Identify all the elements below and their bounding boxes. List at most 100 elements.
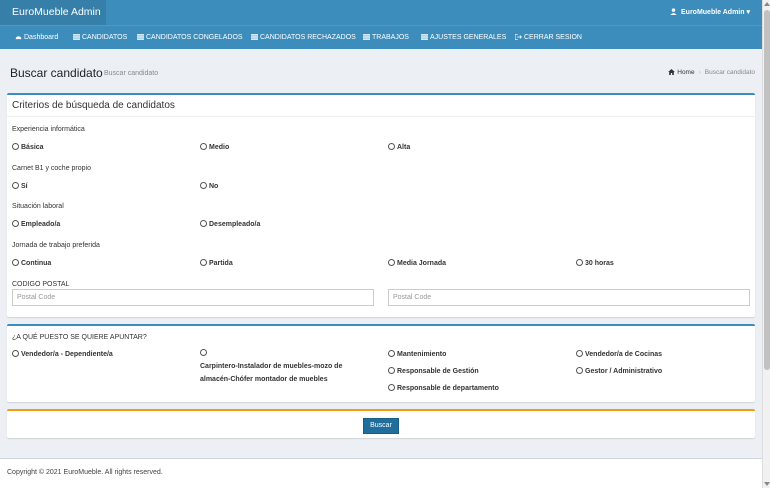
copyright-text: Copyright © 2021 EuroMueble. All rights … — [7, 469, 163, 476]
nav-item-dashboard[interactable]: Dashboard — [15, 26, 58, 50]
position-option-mantenimiento[interactable]: Mantenimiento — [388, 350, 446, 358]
chevron-down-icon: ▾ — [746, 9, 750, 16]
position-option-responsable-departamento[interactable]: Responsable de departamento — [388, 384, 499, 392]
option-label: Vendedor/a de Cocinas — [585, 351, 663, 358]
option-label: Gestor / Administrativo — [585, 368, 663, 375]
scroll-down-icon[interactable] — [764, 482, 770, 486]
position-option-vendedor[interactable]: Vendedor/a - Dependiente/a — [12, 350, 113, 358]
top-header: EuroMueble Admin EuroMueble Admin ▾ — [0, 0, 762, 25]
option-label: Responsable de departamento — [397, 385, 499, 392]
breadcrumb-current: Buscar candidato — [704, 69, 755, 76]
nav-label: CERRAR SESION — [524, 34, 582, 41]
radio-button[interactable] — [12, 350, 19, 357]
user-name: EuroMueble Admin — [681, 9, 745, 16]
nav-label: AJUSTES GENERALES — [430, 34, 507, 41]
radio-button[interactable] — [200, 220, 207, 227]
option-label: 30 horas — [585, 260, 614, 267]
postal-code-input-2[interactable]: Postal Code — [388, 289, 750, 306]
divider — [7, 116, 755, 117]
scroll-up-icon[interactable] — [764, 2, 770, 6]
option-label: Responsable de Gestión — [397, 368, 479, 375]
radio-button[interactable] — [388, 350, 395, 357]
option-label: Sí — [21, 183, 28, 190]
user-icon — [670, 8, 677, 15]
footer: Copyright © 2021 EuroMueble. All rights … — [0, 458, 762, 488]
postal-code-input-1[interactable]: Postal Code — [12, 289, 374, 306]
list-icon — [73, 34, 80, 40]
schedule-option-30-horas[interactable]: 30 horas — [576, 259, 614, 267]
option-label: Media Jornada — [397, 260, 447, 267]
actions-box: Buscar — [7, 409, 755, 438]
radio-button[interactable] — [200, 182, 207, 189]
option-label: Vendedor/a - Dependiente/a — [21, 351, 113, 358]
user-menu[interactable]: EuroMueble Admin ▾ — [670, 0, 750, 25]
nav-item-candidatos-congelados[interactable]: CANDIDATOS CONGELADOS — [137, 26, 243, 50]
position-option-gestor-administrativo[interactable]: Gestor / Administrativo — [576, 367, 662, 375]
nav-label: CANDIDATOS — [82, 34, 128, 41]
radio-button[interactable] — [12, 143, 19, 150]
nav-label: TRABAJOS — [372, 34, 409, 41]
radio-button[interactable] — [576, 367, 583, 374]
nav-item-cerrar-sesion[interactable]: CERRAR SESION — [515, 26, 582, 50]
experience-option-medio[interactable]: Medio — [200, 143, 229, 151]
nav-item-trabajos[interactable]: TRABAJOS — [363, 26, 409, 50]
nav-item-candidatos-rechazados[interactable]: CANDIDATOS RECHAZADOS — [251, 26, 356, 50]
option-label-line-1: Carpintero-Instalador de muebles-mozo de — [200, 363, 343, 370]
list-icon — [137, 34, 144, 40]
position-option-responsable-gestion[interactable]: Responsable de Gestión — [388, 367, 479, 375]
schedule-option-continua[interactable]: Continua — [12, 259, 51, 267]
experience-option-alta[interactable]: Alta — [388, 143, 410, 151]
experience-option-basica[interactable]: Básica — [12, 143, 44, 151]
radio-button[interactable] — [12, 259, 19, 266]
schedule-label: Jornada de trabajo preferida — [12, 242, 100, 249]
radio-button[interactable] — [200, 143, 207, 150]
option-label: Medio — [209, 144, 230, 151]
option-label: No — [209, 183, 219, 190]
nav-item-ajustes-generales[interactable]: AJUSTES GENERALES — [421, 26, 506, 50]
option-label: Continua — [21, 260, 52, 267]
radio-button[interactable] — [388, 367, 395, 374]
criteria-box: Criterios de búsqueda de candidatos Expe… — [7, 93, 755, 317]
position-option-carpintero[interactable]: Carpintero-Instalador de muebles-mozo de… — [200, 347, 370, 386]
list-icon — [251, 34, 258, 40]
page-scrollbar[interactable] — [762, 0, 770, 488]
schedule-option-media-jornada[interactable]: Media Jornada — [388, 259, 446, 267]
radio-button[interactable] — [388, 143, 395, 150]
nav-item-candidatos[interactable]: CANDIDATOS — [73, 26, 127, 50]
logout-icon — [515, 34, 522, 40]
nav-label: CANDIDATOS RECHAZADOS — [260, 34, 356, 41]
radio-button[interactable] — [576, 259, 583, 266]
breadcrumb: Home › Buscar candidato — [668, 69, 755, 76]
scrollbar-thumb[interactable] — [764, 10, 770, 370]
radio-button[interactable] — [12, 220, 19, 227]
positions-box: ¿A QUÉ PUESTO SE QUIERE APUNTAR? Vendedo… — [7, 324, 755, 402]
home-icon — [668, 69, 676, 75]
experience-label: Experiencia informática — [12, 126, 85, 133]
radio-button[interactable] — [388, 259, 395, 266]
radio-button[interactable] — [388, 384, 395, 391]
postal-label: CODIGO POSTAL — [12, 281, 70, 288]
license-label: Carnet B1 y coche propio — [12, 165, 91, 172]
option-label: Desempleado/a — [209, 221, 261, 228]
radio-button[interactable] — [200, 259, 207, 266]
employment-label: Situación laboral — [12, 203, 64, 210]
radio-button[interactable] — [12, 182, 19, 189]
option-label: Alta — [397, 144, 411, 151]
option-label: Partida — [209, 260, 233, 267]
page-title: Buscar candidato — [10, 66, 103, 80]
option-label-line-2: almacén-Chófer montador de muebles — [200, 376, 328, 383]
breadcrumb-home[interactable]: Home — [677, 69, 694, 76]
license-option-si[interactable]: Sí — [12, 182, 28, 190]
search-button[interactable]: Buscar — [363, 418, 399, 434]
radio-button[interactable] — [200, 349, 207, 356]
position-option-vendedor-cocinas[interactable]: Vendedor/a de Cocinas — [576, 350, 662, 358]
option-label: Mantenimiento — [397, 351, 447, 358]
schedule-option-partida[interactable]: Partida — [200, 259, 233, 267]
radio-button[interactable] — [576, 350, 583, 357]
license-option-no[interactable]: No — [200, 182, 218, 190]
employment-option-empleado[interactable]: Empleado/a — [12, 220, 60, 228]
nav-label: CANDIDATOS CONGELADOS — [146, 34, 243, 41]
employment-option-desempleado[interactable]: Desempleado/a — [200, 220, 260, 228]
list-icon — [363, 34, 370, 40]
brand-logo[interactable]: EuroMueble Admin — [0, 0, 106, 25]
